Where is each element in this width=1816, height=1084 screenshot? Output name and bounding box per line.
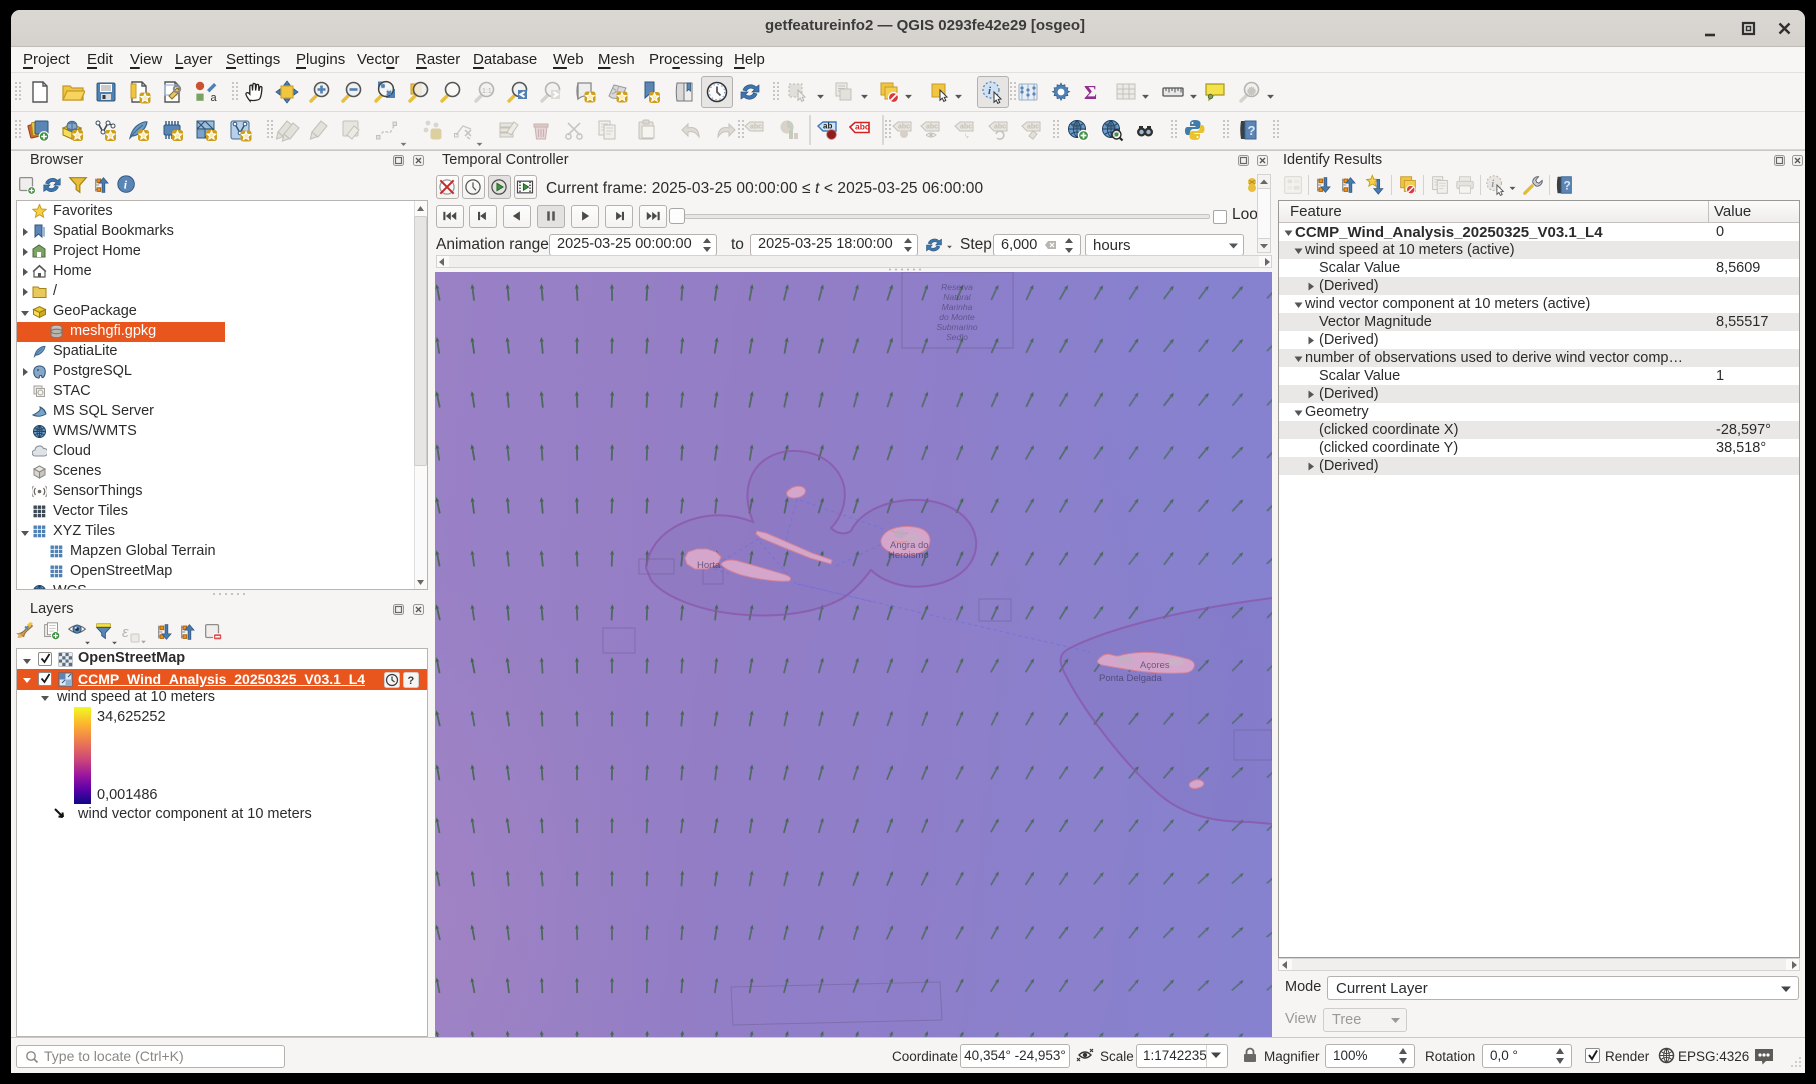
svg-text:?: ? [1248, 123, 1256, 138]
svg-text:abc: abc [855, 122, 870, 132]
svg-text:Horta: Horta [697, 560, 721, 571]
svg-text:?: ? [1564, 179, 1571, 193]
svg-text:abc: abc [750, 124, 762, 131]
svg-text:abc: abc [1027, 124, 1039, 131]
svg-text:Natural: Natural [943, 292, 972, 302]
svg-text:Sedlo: Sedlo [946, 332, 968, 342]
svg-text:abc: abc [960, 124, 972, 131]
svg-text:i: i [1491, 179, 1494, 190]
svg-text:Submarino: Submarino [936, 322, 977, 332]
svg-text:Σ: Σ [1084, 82, 1097, 104]
svg-text:abc: abc [898, 124, 910, 131]
svg-text:abc: abc [926, 124, 938, 131]
svg-text:Heroismo: Heroismo [888, 550, 929, 561]
svg-text:Marinha: Marinha [942, 302, 973, 312]
svg-text:do Monte: do Monte [939, 312, 975, 322]
svg-text:Açores: Açores [1140, 660, 1170, 671]
svg-text:Reserva: Reserva [941, 282, 973, 292]
svg-text:a: a [211, 92, 218, 104]
svg-text:abc: abc [994, 124, 1006, 131]
svg-text:ab: ab [823, 122, 832, 131]
svg-text:Ponta Delgada: Ponta Delgada [1099, 673, 1163, 684]
svg-text:?: ? [408, 675, 415, 687]
svg-text:1:1: 1:1 [482, 88, 492, 95]
